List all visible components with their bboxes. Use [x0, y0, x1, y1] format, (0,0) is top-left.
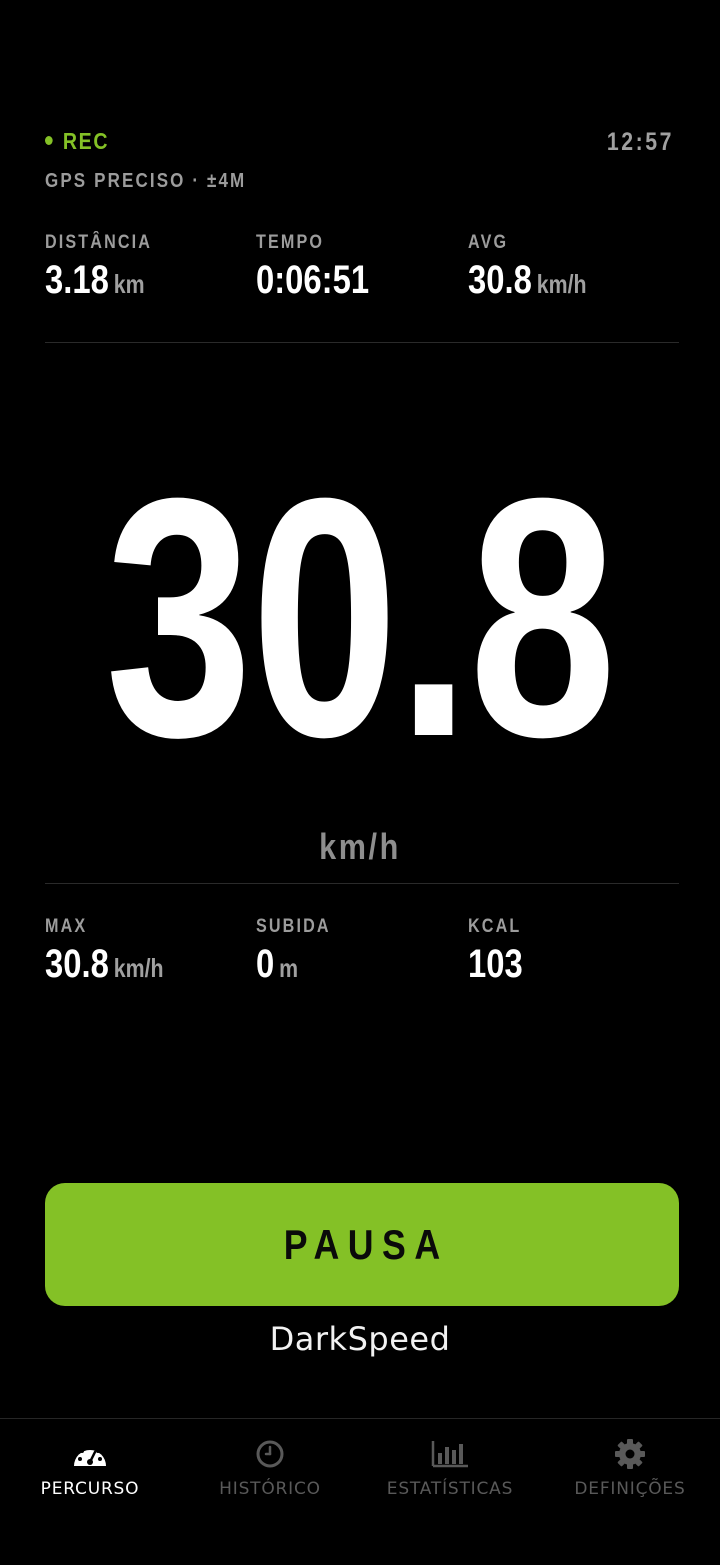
- stat-max-speed: MAX 30.8 km/h: [45, 916, 190, 987]
- stat-label: TEMPO: [256, 232, 325, 253]
- gear-icon: [610, 1437, 650, 1471]
- stat-calories: KCAL 103: [468, 916, 535, 987]
- stat-value: 30.8: [45, 942, 109, 986]
- clock-icon: [250, 1437, 290, 1471]
- stat-unit: km/h: [536, 269, 587, 299]
- bottom-stats-row: MAX 30.8 km/h SUBIDA 0m KCAL 103: [45, 916, 679, 986]
- current-speed-unit: km/h: [319, 826, 401, 867]
- stat-label: MAX: [45, 916, 88, 937]
- stat-label: SUBIDA: [256, 916, 331, 937]
- stat-unit: km/h: [113, 953, 164, 983]
- pause-button-label: PAUSA: [283, 1220, 449, 1268]
- stat-time: TEMPO 0:06:51: [256, 232, 394, 303]
- stat-climb: SUBIDA 0m: [256, 916, 344, 987]
- divider-bottom: [45, 883, 679, 884]
- recording-indicator: REC: [45, 128, 109, 155]
- clock-time: 12:57: [606, 128, 674, 156]
- stat-value: 0: [256, 942, 275, 986]
- stat-unit: km: [113, 269, 145, 299]
- nav-item-definicoes[interactable]: DEFINIÇÕES: [540, 1419, 720, 1565]
- bottom-nav: PERCURSO HISTÓRICO ESTATÍSTICAS DEFINIÇÕ…: [0, 1419, 720, 1565]
- nav-item-estatisticas[interactable]: ESTATÍSTICAS: [360, 1419, 540, 1565]
- pause-button[interactable]: PAUSA: [45, 1183, 679, 1306]
- top-stats-row: DISTÂNCIA 3.18 km TEMPO 0:06:51 AVG 30.8 k…: [45, 232, 679, 302]
- stat-label: DISTÂNCIA: [45, 232, 153, 253]
- stat-unit: m: [279, 953, 299, 983]
- nav-label: DEFINIÇÕES: [574, 1479, 686, 1499]
- stat-label: AVG: [468, 232, 509, 253]
- speedometer-icon: [70, 1437, 110, 1471]
- nav-item-historico[interactable]: HISTÓRICO: [180, 1419, 360, 1565]
- recording-dot-icon: [45, 136, 53, 146]
- current-speed-value: 30.8: [105, 428, 616, 808]
- stat-value: 3.18: [45, 258, 109, 302]
- stat-distance: DISTÂNCIA 3.18 km: [45, 232, 171, 303]
- divider-top: [45, 342, 679, 343]
- status-row: REC 12:57: [45, 126, 674, 160]
- recording-label: REC: [62, 128, 110, 154]
- stat-value: 0:06:51: [256, 258, 370, 302]
- nav-label: ESTATÍSTICAS: [386, 1479, 514, 1499]
- gps-accuracy: GPS PRECISO · ±4M: [45, 170, 247, 192]
- stat-average: AVG 30.8 km/h: [468, 232, 613, 303]
- stat-label: KCAL: [468, 916, 522, 937]
- nav-item-percurso[interactable]: PERCURSO: [0, 1419, 180, 1565]
- app-brand: DarkSpeed: [269, 1320, 451, 1358]
- nav-label: PERCURSO: [40, 1479, 140, 1499]
- nav-label: HISTÓRICO: [219, 1479, 321, 1499]
- stat-value: 30.8: [468, 258, 532, 302]
- bar-chart-icon: [430, 1437, 470, 1471]
- stat-value: 103: [468, 942, 523, 986]
